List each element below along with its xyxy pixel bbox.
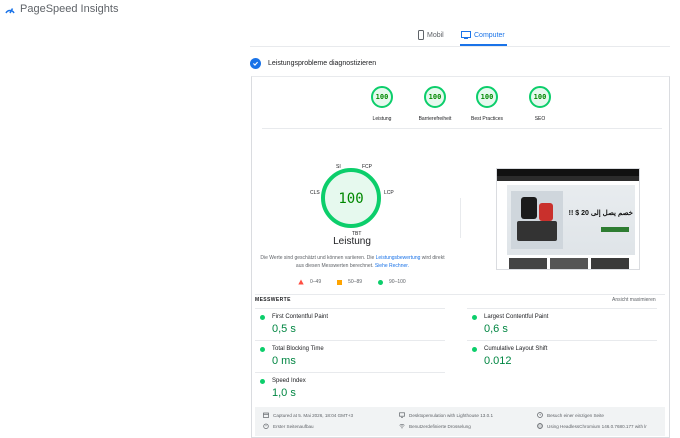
monitor-icon [461,31,471,39]
diagnose-title: Leistungsprobleme diagnostizieren [268,60,377,67]
monitor-icon [399,412,405,418]
category-best-practices[interactable]: 100 Best Practices [462,86,512,122]
score-legend: 0–49 50–89 90–100 [298,279,406,285]
legend-pass: 90–100 [378,279,406,285]
score-gauge: 100 [371,86,393,108]
run-info-throttle: Benutzerdefinierte Drosselung [399,423,471,429]
metric-name: Largest Contentful Paint [484,314,549,320]
score-gauge: 100 [476,86,498,108]
score-note: Die Werte sind geschätzt und können vari… [260,255,445,269]
divider [255,372,445,373]
run-info-emulation: Desktopemulation with Lighthouse 13.0.1 [399,412,493,418]
divider [467,340,657,341]
pass-icon [472,315,477,320]
performance-label: Leistung [333,236,371,247]
divider [255,308,445,309]
screenshot-thumb [550,258,588,269]
axis-fcp-label: FCP [362,164,372,170]
screenshot-thumb [591,258,629,269]
diagnose-icon [250,58,261,69]
category-performance[interactable]: 100 Leistung [357,86,407,122]
diagnose-header: Leistungsprobleme diagnostizieren [250,58,376,69]
calendar-icon [263,412,269,418]
category-label: Leistung [372,116,392,122]
tab-mobile-label: Mobil [427,31,444,39]
metric-name: Cumulative Layout Shift [484,346,548,352]
calculator-link[interactable]: Siehe Rechner. [375,263,409,269]
pass-icon [260,379,265,384]
square-icon [337,279,343,285]
screenshot-product-image [511,191,563,249]
wifi-icon [399,424,405,429]
axis-si-label: SI [336,164,341,170]
performance-gauge: 100 [321,168,381,228]
divider [262,128,662,129]
screenshot-topbar [497,169,639,176]
run-info-load: Erster Seitenaufbau [263,423,314,429]
screenshot-nav [497,176,639,181]
axis-lcp-label: LCP [384,190,394,196]
final-screenshot[interactable]: خصم يصل إلى 20 $ !! [496,168,640,270]
performance-score: 100 [338,191,363,207]
run-info-browser: Using HeadlessChromium 146.0.7680.177 wi… [537,423,647,429]
vertical-divider [460,198,461,238]
globe-icon [537,423,543,429]
run-info-captured: Captured at 5. Mai 2026, 18:04 GMT+3 [263,412,353,418]
expand-view-toggle[interactable]: Ansicht maximieren [612,297,656,303]
tab-computer[interactable]: Computer [461,30,505,40]
metric-name: Total Blocking Time [272,346,324,352]
tab-divider [250,46,670,47]
app-title: PageSpeed Insights [20,3,119,15]
triangle-icon [298,279,304,285]
category-accessibility[interactable]: 100 Barrierefreiheit [410,86,460,122]
category-label: SEO [534,116,546,122]
scoring-link[interactable]: Leistungsbewertung [376,255,421,261]
category-label: Barrierefreiheit [418,116,452,122]
pagespeed-logo-icon [5,8,15,14]
legend-fail: 0–49 [298,279,321,285]
circle-icon [378,279,384,285]
metric-value: 0.012 [484,355,512,367]
metric-value: 0 ms [272,355,296,367]
phone-icon [418,30,424,40]
metrics-title: MESSWERTE [255,297,291,303]
axis-cls-label: CLS [310,190,320,196]
metric-value: 1,0 s [272,387,296,399]
metric-value: 0,6 s [484,323,508,335]
legend-average: 50–89 [337,279,362,285]
pass-icon [472,347,477,352]
metric-name: First Contentful Paint [272,314,329,320]
category-label: Best Practices [471,116,503,122]
screenshot-cta [601,227,629,232]
score-gauge: 100 [529,86,551,108]
divider [467,308,657,309]
score-gauge: 100 [424,86,446,108]
metric-value: 0,5 s [272,323,296,335]
app-bar: PageSpeed Insights [0,0,680,20]
tab-computer-label: Computer [474,31,505,39]
divider [255,294,665,295]
tab-mobile[interactable]: Mobil [418,30,444,40]
pass-icon [260,347,265,352]
screenshot-thumb [509,258,547,269]
screenshot-headline: خصم يصل إلى 20 $ !! [568,210,633,217]
run-info-visit: Besuch einer einzigen Seite [537,412,604,418]
run-info-footer: Captured at 5. Mai 2026, 18:04 GMT+3 Des… [255,407,665,436]
divider [255,340,445,341]
metric-name: Speed Index [272,378,306,384]
clock-icon [537,412,543,418]
pass-icon [260,315,265,320]
category-seo[interactable]: 100 SEO [515,86,565,122]
timer-icon [263,423,269,429]
